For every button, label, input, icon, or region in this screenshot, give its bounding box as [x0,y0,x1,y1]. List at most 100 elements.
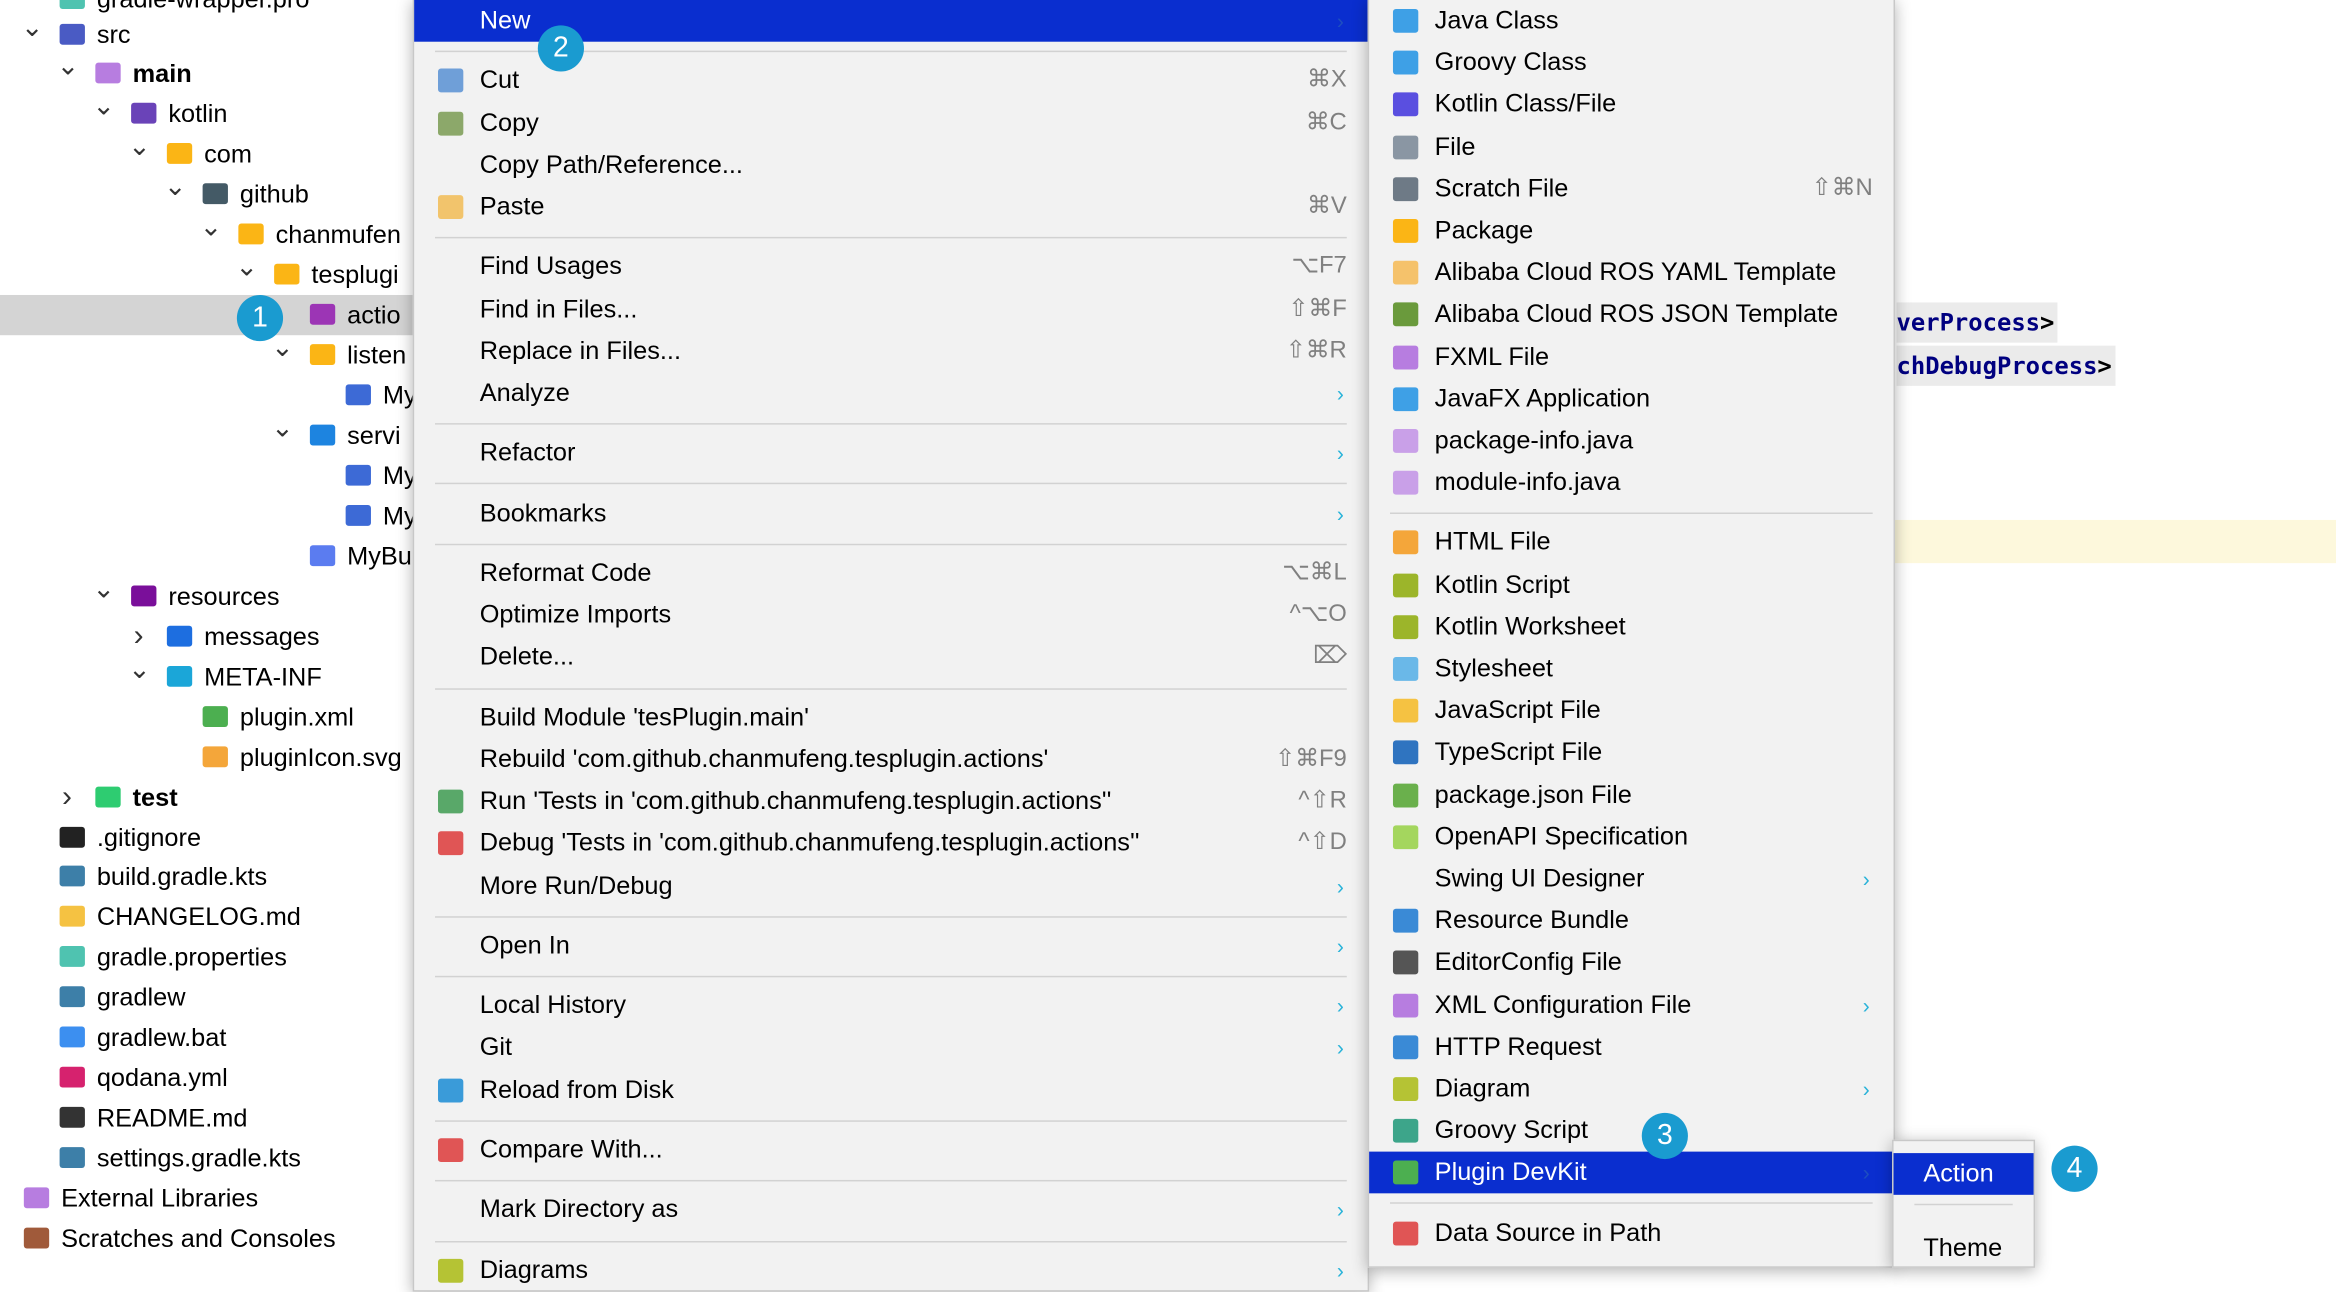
new-item-alibaba-cloud-ros-json-template[interactable]: Alibaba Cloud ROS JSON Template [1369,294,1893,336]
tree-item-com[interactable]: ⌄ com [0,132,447,175]
new-item-fxml-file[interactable]: FXML File [1369,336,1893,378]
chevron-down-icon[interactable]: ⌄ [235,248,257,288]
tree-item-chanmufen[interactable]: ⌄ chanmufen [0,212,447,255]
new-item-editorconfig-file[interactable]: EditorConfig File [1369,942,1893,984]
chevron-down-icon[interactable]: ⌄ [21,7,43,47]
menu-item-run-tests-in-com-github-chanmufeng-tesplugin-actions[interactable]: Run 'Tests in 'com.github.chanmufeng.tes… [414,781,1367,823]
menu-item-rebuild-com-github-chanmufeng-tesplugin-actions[interactable]: Rebuild 'com.github.chanmufeng.tesplugin… [414,739,1367,781]
editor-area[interactable]: verProcess> chDebugProcess> [1893,0,2336,1291]
plugin-devkit-submenu: Action Theme [1892,1139,2036,1270]
tree-item-kotlin[interactable]: ⌄ kotlin [0,91,447,134]
menu-item-copy[interactable]: Copy ⌘C [414,102,1367,144]
tree-item-qodana-yml[interactable]: qodana.yml [0,1058,447,1098]
new-item-resource-bundle[interactable]: Resource Bundle [1369,900,1893,942]
tree-item-gradlew-bat[interactable]: gradlew.bat [0,1018,447,1058]
menu-item-analyze[interactable]: Analyze › [414,372,1367,414]
menu-item-compare-with[interactable]: Compare With... [414,1129,1367,1171]
menu-item-find-usages[interactable]: Find Usages ⌥F7 [414,246,1367,288]
chevron-right-icon[interactable]: › [0,1219,6,1259]
menu-item-debug-tests-in-com-github-chanmufeng-tesplugin-actions[interactable]: Debug 'Tests in 'com.github.chanmufeng.t… [414,823,1367,865]
devkit-item-action[interactable]: Action [1893,1153,2034,1196]
tree-item-listen[interactable]: ⌄ listen [0,332,447,375]
menu-item-refactor[interactable]: Refactor › [414,432,1367,474]
chevron-down-icon[interactable]: ⌄ [200,207,222,247]
tree-item-gradle-properties[interactable]: gradle.properties [0,938,447,978]
chevron-down-icon[interactable]: ⌄ [92,569,114,609]
tree-item-my[interactable]: My [0,375,447,415]
new-item-alibaba-cloud-ros-yaml-template[interactable]: Alibaba Cloud ROS YAML Template [1369,252,1893,294]
new-item-data-source-in-path[interactable]: Data Source in Path [1369,1212,1893,1254]
menu-item-more-run-debug[interactable]: More Run/Debug › [414,865,1367,907]
new-item-package-info-java[interactable]: package-info.java [1369,420,1893,462]
menu-item-build-module-tesplugin-main[interactable]: Build Module 'tesPlugin.main' [414,697,1367,739]
chevron-right-icon[interactable]: › [57,777,78,817]
menu-item-delete[interactable]: Delete... ⌦ [414,637,1367,679]
new-item-typescript-file[interactable]: TypeScript File [1369,732,1893,774]
menu-item-find-in-files[interactable]: Find in Files... ⇧⌘F [414,288,1367,330]
tree-item-actio[interactable]: actio [0,295,447,336]
new-item-kotlin-script[interactable]: Kotlin Script [1369,564,1893,606]
menu-item-git[interactable]: Git › [414,1027,1367,1069]
menu-item-copy-path-reference[interactable]: Copy Path/Reference... [414,144,1367,186]
chevron-down-icon[interactable]: ⌄ [57,47,79,87]
tree-item-settings-gradle-kts[interactable]: settings.gradle.kts [0,1138,447,1178]
tree-item-servi[interactable]: ⌄ servi [0,413,447,456]
tree-item-meta-inf[interactable]: ⌄ META-INF [0,654,447,697]
new-item-plugin-devkit[interactable]: Plugin DevKit › [1369,1151,1894,1194]
menu-item-reload-from-disk[interactable]: Reload from Disk [414,1069,1367,1111]
tree-item-pluginicon-svg[interactable]: pluginIcon.svg [0,737,447,777]
new-item-xml-configuration-file[interactable]: XML Configuration File › [1369,984,1893,1026]
devkit-item-theme[interactable]: Theme [1894,1228,2034,1270]
new-item-java-class[interactable]: Java Class [1369,0,1893,42]
new-item-javascript-file[interactable]: JavaScript File [1369,690,1893,732]
new-item-html-file[interactable]: HTML File [1369,522,1893,564]
chevron-right-icon[interactable]: › [0,1179,6,1219]
tree-item-mybu[interactable]: MyBu [0,536,447,576]
tree-item-readme-md[interactable]: README.md [0,1098,447,1138]
new-item-stylesheet[interactable]: Stylesheet [1369,648,1893,690]
tree-item-my[interactable]: My [0,496,447,536]
tree-item-my[interactable]: My [0,456,447,496]
new-item-scratch-file[interactable]: Scratch File ⇧⌘N [1369,168,1893,210]
menu-item-optimize-imports[interactable]: Optimize Imports ^⌥O [414,595,1367,637]
menu-item-paste[interactable]: Paste ⌘V [414,186,1367,228]
menu-item-local-history[interactable]: Local History › [414,985,1367,1027]
menu-item-diagrams[interactable]: Diagrams › [414,1250,1367,1292]
tree-item-test[interactable]: › test [0,777,447,817]
new-item-http-request[interactable]: HTTP Request [1369,1026,1893,1068]
chevron-down-icon[interactable]: ⌄ [128,649,150,689]
new-item-module-info-java[interactable]: module-info.java [1369,462,1893,504]
new-item-package-json-file[interactable]: package.json File [1369,774,1893,816]
new-item-file[interactable]: File [1369,126,1893,168]
tree-item-external-libraries[interactable]: › External Libraries [0,1179,447,1219]
new-item-javafx-application[interactable]: JavaFX Application [1369,378,1893,420]
chevron-down-icon[interactable]: ⌄ [128,127,150,167]
new-item-kotlin-class-file[interactable]: Kotlin Class/File [1369,84,1893,126]
tree-item-build-gradle-kts[interactable]: build.gradle.kts [0,857,447,897]
menu-item-bookmarks[interactable]: Bookmarks › [414,493,1367,535]
tree-item-messages[interactable]: › messages [0,616,447,656]
tree-item-github[interactable]: ⌄ github [0,172,447,215]
menu-item-mark-directory-as[interactable]: Mark Directory as › [414,1189,1367,1231]
new-item-openapi-specification[interactable]: OpenAPI Specification [1369,816,1893,858]
new-item-groovy-class[interactable]: Groovy Class [1369,42,1893,84]
tree-item-plugin-xml[interactable]: plugin.xml [0,697,447,737]
new-item-diagram[interactable]: Diagram › [1369,1068,1893,1110]
tree-item-resources[interactable]: ⌄ resources [0,573,447,616]
tree-item-tesplugi[interactable]: ⌄ tesplugi [0,252,447,295]
tree-item-main[interactable]: ⌄ main [0,51,447,94]
chevron-down-icon[interactable]: ⌄ [164,167,186,207]
tree-item-changelog-md[interactable]: CHANGELOG.md [0,897,447,937]
new-item-groovy-script[interactable]: Groovy Script [1369,1110,1893,1152]
menu-item-open-in[interactable]: Open In › [414,925,1367,967]
new-item-kotlin-worksheet[interactable]: Kotlin Worksheet [1369,606,1893,648]
tree-item-gitignore[interactable]: .gitignore [0,817,447,857]
new-item-swing-ui-designer[interactable]: Swing UI Designer › [1369,858,1893,900]
chevron-down-icon[interactable]: ⌄ [92,87,114,127]
tree-item-scratches-and-consoles[interactable]: › Scratches and Consoles [0,1219,447,1259]
menu-item-replace-in-files[interactable]: Replace in Files... ⇧⌘R [414,330,1367,372]
tree-item-gradlew[interactable]: gradlew [0,978,447,1018]
menu-item-reformat-code[interactable]: Reformat Code ⌥⌘L [414,553,1367,595]
new-item-package[interactable]: Package [1369,210,1893,252]
chevron-down-icon[interactable]: ⌄ [271,408,293,448]
